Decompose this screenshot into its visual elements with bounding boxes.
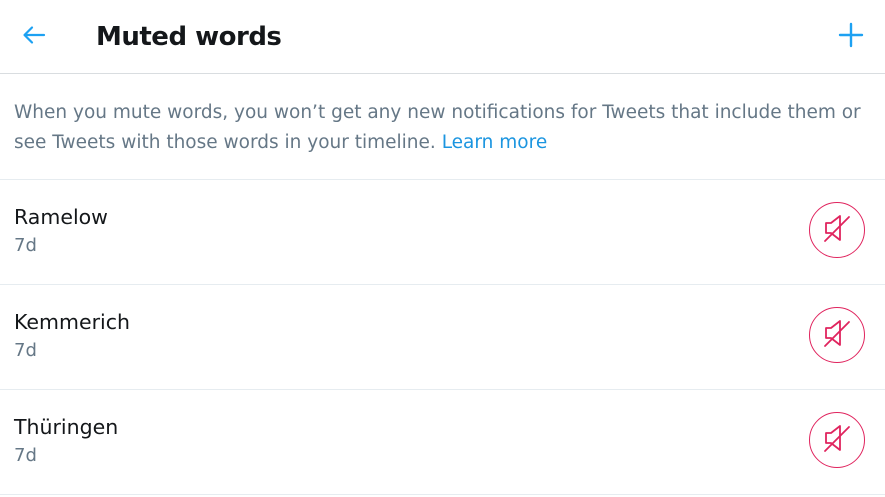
muted-word-age: 7d [14,340,37,361]
top-bar: Muted words [0,0,885,74]
unmute-speaker-icon [821,422,853,458]
muted-word-item: Ramelow 7d [0,180,885,285]
muted-word-item: Kemmerich 7d [0,285,885,390]
unmute-button[interactable] [809,412,865,468]
muted-words-description: When you mute words, you won’t get any n… [14,98,864,157]
muted-word-text: Kemmerich [14,310,130,334]
arrow-left-icon [21,22,47,52]
description-text: When you mute words, you won’t get any n… [14,102,861,153]
page-title: Muted words [96,22,282,52]
muted-word-text: Thüringen [14,415,119,439]
add-muted-word-button[interactable] [831,17,871,57]
muted-word-age: 7d [14,445,37,466]
unmute-button[interactable] [809,307,865,363]
unmute-speaker-icon [821,212,853,248]
muted-words-list: Ramelow 7d Kemmerich 7d Thüringen 7d [0,180,885,495]
unmute-speaker-icon [821,317,853,353]
back-button[interactable] [14,17,54,57]
muted-word-text: Ramelow [14,205,108,229]
unmute-button[interactable] [809,202,865,258]
muted-word-age: 7d [14,235,37,256]
plus-icon [838,22,864,52]
learn-more-link[interactable]: Learn more [442,132,548,153]
muted-word-item: Thüringen 7d [0,390,885,495]
